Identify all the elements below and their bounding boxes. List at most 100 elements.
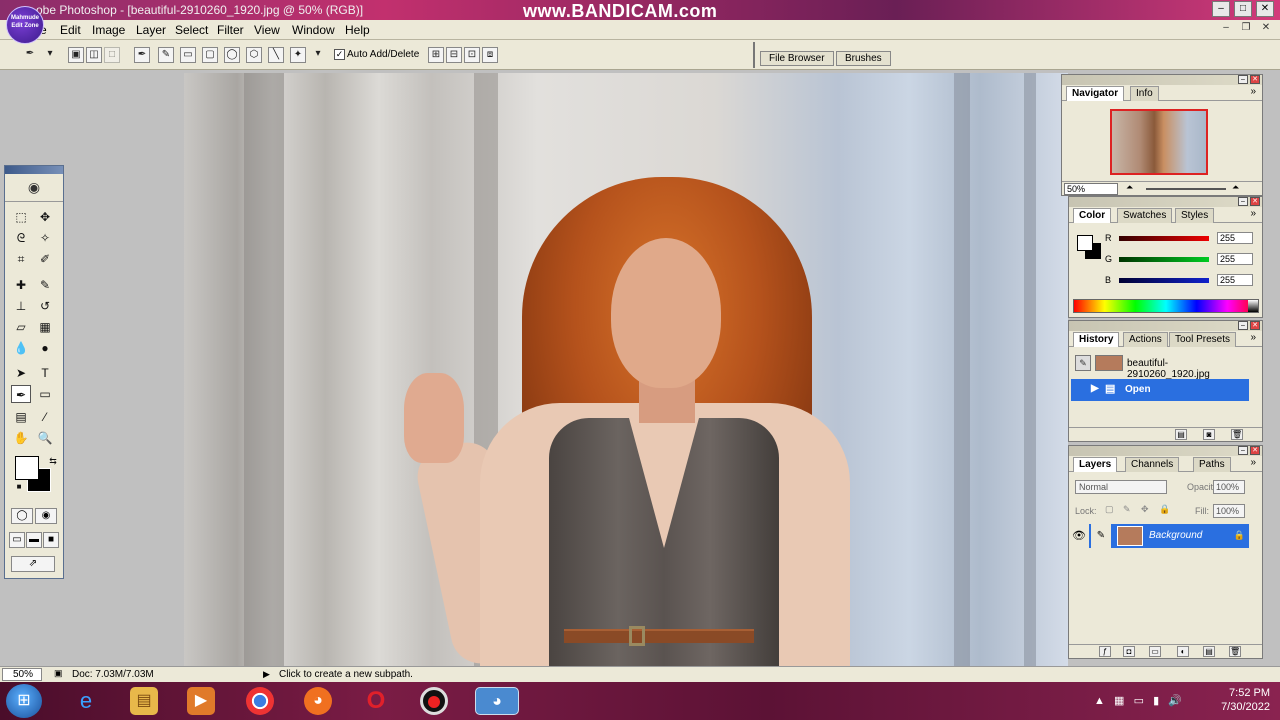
line-icon[interactable]: ╲ bbox=[268, 47, 284, 63]
preset-dropdown-icon[interactable]: ▾ bbox=[42, 47, 58, 63]
history-brush-tool-icon[interactable]: ↺ bbox=[35, 297, 55, 315]
eyedropper-tool-icon[interactable]: ⁄ bbox=[35, 408, 55, 426]
tab-info[interactable]: Info bbox=[1130, 86, 1159, 101]
toolbox-title-bar[interactable] bbox=[5, 166, 63, 174]
shape-layers-icon[interactable]: ▣ bbox=[68, 47, 84, 63]
layer-style-icon[interactable]: ƒ bbox=[1099, 646, 1111, 657]
brushes-tab[interactable]: Brushes bbox=[836, 51, 891, 66]
custom-shape-icon[interactable]: ✦ bbox=[290, 47, 306, 63]
close-button[interactable]: ✕ bbox=[1256, 1, 1274, 17]
panel-minimize-icon[interactable]: – bbox=[1238, 75, 1248, 84]
system-tray-icons[interactable]: ▲ ▦ ▭ ▮ 🔊 bbox=[1094, 694, 1182, 707]
brush-tool-icon[interactable]: ✎ bbox=[35, 276, 55, 294]
fill-field[interactable]: 100% bbox=[1213, 504, 1245, 518]
new-layer-icon[interactable]: ▤ bbox=[1203, 646, 1215, 657]
standard-screen-mode-button[interactable]: ▭ bbox=[9, 532, 25, 548]
green-channel-value[interactable]: 255 bbox=[1217, 253, 1253, 265]
tab-layers[interactable]: Layers bbox=[1073, 457, 1118, 472]
document-canvas[interactable] bbox=[184, 73, 1068, 666]
rounded-rectangle-icon[interactable]: ▢ bbox=[202, 47, 218, 63]
rectangle-shape-icon[interactable]: ▭ bbox=[180, 47, 196, 63]
red-channel-value[interactable]: 255 bbox=[1217, 232, 1253, 244]
tab-paths[interactable]: Paths bbox=[1193, 457, 1231, 472]
history-brush-source-icon[interactable]: ✎ bbox=[1075, 355, 1091, 371]
menu-layer[interactable]: Layer bbox=[136, 23, 166, 37]
chrome-icon[interactable] bbox=[246, 687, 274, 715]
new-snapshot-icon[interactable]: ◙ bbox=[1203, 429, 1215, 440]
full-screen-menu-mode-button[interactable]: ▬ bbox=[26, 532, 42, 548]
panel-title-bar[interactable]: – ✕ bbox=[1069, 197, 1262, 207]
start-button[interactable]: ⊞ bbox=[6, 684, 42, 718]
minimize-button[interactable]: – bbox=[1212, 1, 1230, 17]
polygon-icon[interactable]: ⬡ bbox=[246, 47, 262, 63]
tab-actions[interactable]: Actions bbox=[1123, 332, 1168, 347]
menu-window[interactable]: Window bbox=[292, 23, 335, 37]
dodge-tool-icon[interactable]: ● bbox=[35, 339, 55, 357]
eraser-tool-icon[interactable]: ▱ bbox=[11, 318, 31, 336]
panel-menu-icon[interactable]: » bbox=[1250, 332, 1256, 343]
subtract-from-path-area-icon[interactable]: ⊟ bbox=[446, 47, 462, 63]
new-layer-set-icon[interactable]: ▭ bbox=[1149, 646, 1161, 657]
tab-color[interactable]: Color bbox=[1073, 208, 1112, 223]
navigator-zoom-slider[interactable] bbox=[1146, 188, 1226, 190]
status-arrow-icon[interactable]: ▶ bbox=[263, 669, 270, 680]
standard-mode-button[interactable]: ◯ bbox=[11, 508, 33, 524]
gradient-tool-icon[interactable]: ▦ bbox=[35, 318, 55, 336]
opera-icon[interactable]: O bbox=[362, 687, 390, 715]
panel-minimize-icon[interactable]: – bbox=[1238, 197, 1248, 206]
custom-shape-dropdown-icon[interactable]: ▾ bbox=[310, 47, 326, 63]
blue-channel-slider[interactable] bbox=[1119, 278, 1209, 283]
auto-add-delete-checkbox[interactable]: ✓ bbox=[334, 49, 345, 60]
magic-wand-tool-icon[interactable]: ✧ bbox=[35, 229, 55, 247]
layer-row-background[interactable]: 👁 ✎ Background 🔒 bbox=[1069, 524, 1249, 548]
panel-menu-icon[interactable]: » bbox=[1250, 86, 1256, 97]
full-screen-mode-button[interactable]: ■ bbox=[43, 532, 59, 548]
doc-close-button[interactable]: ✕ bbox=[1258, 22, 1274, 36]
file-explorer-icon[interactable]: ▤ bbox=[130, 687, 158, 715]
navigator-zoom-field[interactable]: 50% bbox=[1064, 183, 1118, 195]
menu-image[interactable]: Image bbox=[92, 23, 125, 37]
zoom-tool-icon[interactable]: 🔍 bbox=[35, 429, 55, 447]
marquee-tool-icon[interactable]: ⬚ bbox=[11, 208, 31, 226]
panel-title-bar[interactable]: – ✕ bbox=[1062, 75, 1262, 85]
tab-navigator[interactable]: Navigator bbox=[1066, 86, 1125, 101]
jump-to-imageready-button[interactable]: ⇗ bbox=[11, 556, 55, 572]
panel-close-icon[interactable]: ✕ bbox=[1250, 75, 1260, 84]
crop-tool-icon[interactable]: ⌗ bbox=[11, 250, 31, 268]
tab-channels[interactable]: Channels bbox=[1125, 457, 1180, 472]
menu-view[interactable]: View bbox=[254, 23, 280, 37]
hand-tool-icon[interactable]: ✋ bbox=[11, 429, 31, 447]
healing-brush-tool-icon[interactable]: ✚ bbox=[11, 276, 31, 294]
panel-minimize-icon[interactable]: – bbox=[1238, 446, 1248, 455]
lock-position-icon[interactable]: ✥ bbox=[1141, 504, 1149, 515]
blur-tool-icon[interactable]: 💧 bbox=[11, 339, 31, 357]
blue-channel-value[interactable]: 255 bbox=[1217, 274, 1253, 286]
delete-layer-icon[interactable]: 🗑 bbox=[1229, 646, 1241, 657]
adobe-online-icon[interactable]: ◉ bbox=[5, 174, 63, 202]
green-channel-slider[interactable] bbox=[1119, 257, 1209, 262]
lasso-tool-icon[interactable]: ᘓ bbox=[11, 229, 31, 247]
opacity-field[interactable]: 100% bbox=[1213, 480, 1245, 494]
add-to-path-area-icon[interactable]: ⊞ bbox=[428, 47, 444, 63]
pen-tool-preset-icon[interactable]: ✒ bbox=[22, 47, 38, 63]
lock-transparency-icon[interactable]: ▢ bbox=[1105, 504, 1114, 515]
rectangle-tool-icon[interactable]: ▭ bbox=[35, 385, 55, 403]
tab-styles[interactable]: Styles bbox=[1175, 208, 1215, 223]
lock-image-icon[interactable]: ✎ bbox=[1123, 504, 1131, 515]
tab-tool-presets[interactable]: Tool Presets bbox=[1169, 332, 1237, 347]
file-browser-tab[interactable]: File Browser bbox=[760, 51, 834, 66]
freeform-pen-icon[interactable]: ✎ bbox=[158, 47, 174, 63]
notes-tool-icon[interactable]: ▤ bbox=[11, 408, 31, 426]
menu-select[interactable]: Select bbox=[175, 23, 208, 37]
panel-menu-icon[interactable]: » bbox=[1250, 208, 1256, 219]
internet-explorer-icon[interactable]: e bbox=[72, 687, 100, 715]
doc-minimize-button[interactable]: – bbox=[1218, 22, 1234, 36]
move-tool-icon[interactable]: ✥ bbox=[35, 208, 55, 226]
ellipse-icon[interactable]: ◯ bbox=[224, 47, 240, 63]
slice-tool-icon[interactable]: ✐ bbox=[35, 250, 55, 268]
foreground-color-swatch[interactable] bbox=[15, 456, 39, 480]
layer-mask-icon[interactable]: ◘ bbox=[1123, 646, 1135, 657]
blend-mode-select[interactable]: Normal bbox=[1075, 480, 1167, 494]
panel-close-icon[interactable]: ✕ bbox=[1250, 197, 1260, 206]
lock-all-icon[interactable]: 🔒 bbox=[1159, 504, 1170, 515]
